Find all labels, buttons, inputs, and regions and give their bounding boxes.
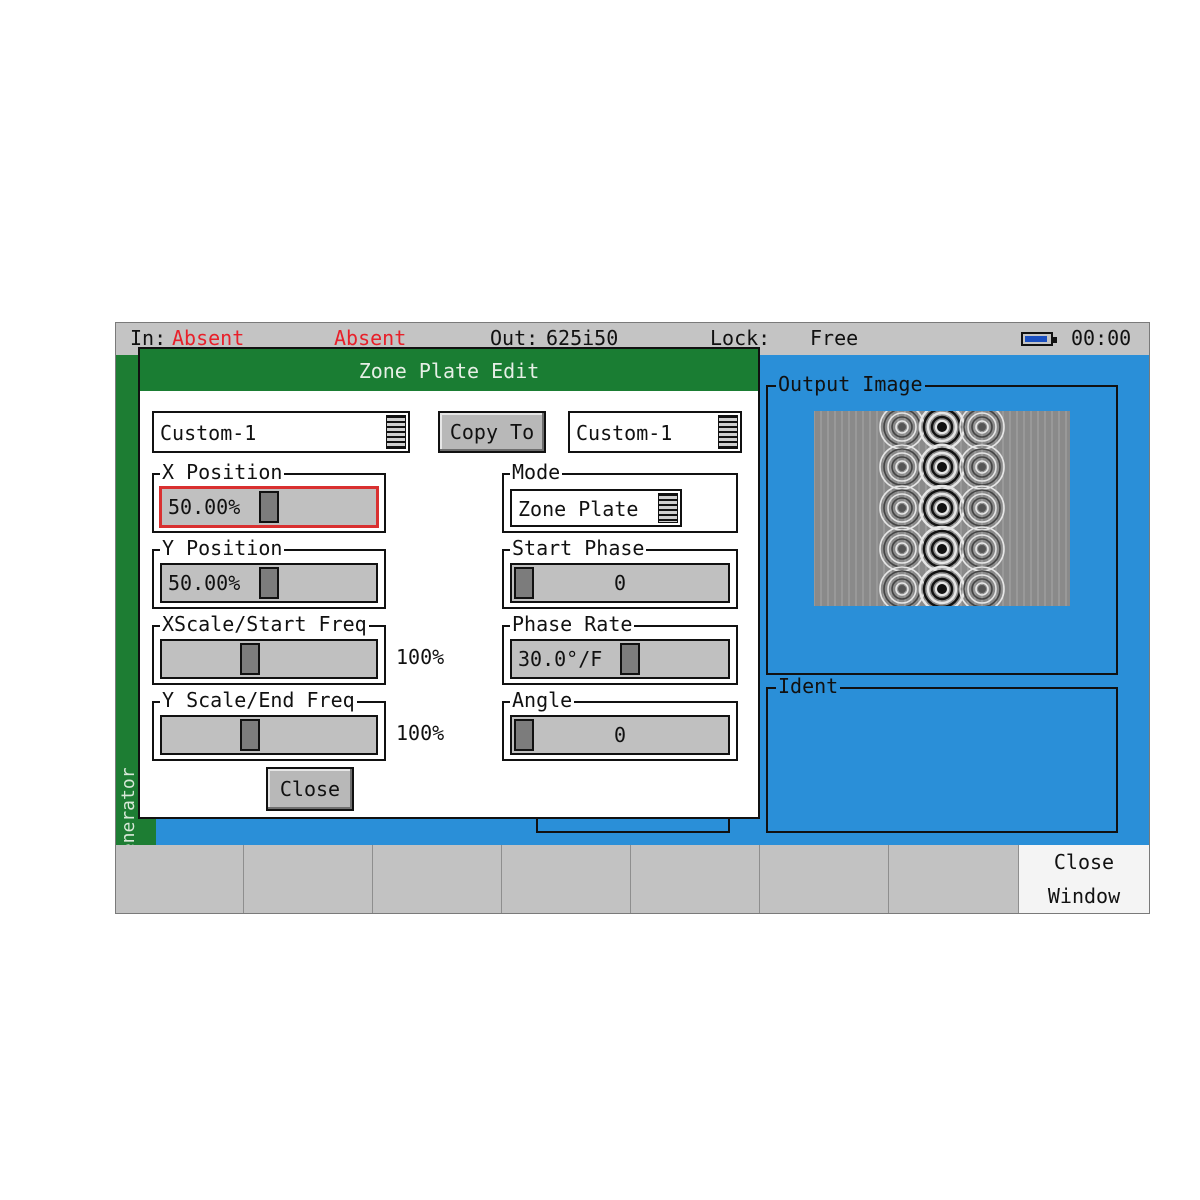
slider-thumb[interactable]	[619, 643, 640, 675]
slider-thumb[interactable]	[259, 567, 279, 599]
zone-plate-pattern	[814, 411, 1067, 606]
mode-label: Mode	[510, 460, 563, 484]
ident-title: Ident	[776, 674, 841, 698]
target-preset-value: Custom-1	[576, 421, 673, 445]
zone-ring-cluster	[879, 566, 925, 606]
x-position-label: X Position	[160, 460, 285, 484]
zone-plate-edit-dialog: Zone Plate Edit Custom-1 Copy To Custom-…	[138, 347, 760, 819]
y-position-label: Y Position	[160, 536, 285, 560]
slider-thumb[interactable]	[240, 719, 260, 751]
zone-ring-cluster	[918, 484, 966, 532]
start-phase-group: Start Phase 0	[502, 537, 738, 609]
slider-thumb[interactable]	[259, 491, 279, 523]
scroll-spinner-icon[interactable]	[718, 415, 738, 449]
phase-rate-group: Phase Rate 30.0°/F	[502, 613, 738, 685]
y-position-value: 50.00%	[168, 571, 241, 595]
target-preset-select[interactable]: Custom-1	[568, 411, 742, 453]
output-image-title: Output Image	[776, 372, 925, 396]
close-window-line2: Window	[1047, 884, 1121, 908]
y-scale-slider[interactable]	[160, 715, 378, 755]
x-position-value: 50.00%	[168, 495, 241, 519]
y-position-group: Y Position 50.00%	[152, 537, 386, 609]
angle-label: Angle	[510, 688, 575, 712]
mode-group: Mode Zone Plate	[502, 461, 738, 533]
mode-value: Zone Plate	[518, 497, 639, 521]
zone-ring-cluster	[879, 485, 925, 531]
zone-ring-cluster	[918, 443, 966, 491]
softkey-2[interactable]	[244, 845, 373, 913]
zone-ring-cluster	[879, 526, 925, 572]
close-button[interactable]: Close	[266, 767, 354, 811]
x-scale-slider[interactable]	[160, 639, 378, 679]
slider-thumb[interactable]	[514, 719, 534, 751]
scroll-spinner-icon[interactable]	[658, 493, 678, 523]
dialog-title: Zone Plate Edit	[140, 349, 758, 391]
source-preset-select[interactable]: Custom-1	[152, 411, 410, 453]
angle-group: Angle 0	[502, 689, 738, 761]
x-scale-group: XScale/Start Freq	[152, 613, 386, 685]
clock: 00:00	[1071, 326, 1132, 350]
x-scale-value: 100%	[396, 645, 445, 669]
phase-rate-value: 30.0°/F	[518, 647, 603, 671]
softkey-7[interactable]	[889, 845, 1019, 913]
y-scale-group: Y Scale/End Freq	[152, 689, 386, 761]
angle-value: 0	[613, 723, 627, 747]
zone-ring-cluster	[918, 411, 966, 451]
zone-ring-cluster	[879, 411, 925, 450]
start-phase-value: 0	[613, 571, 627, 595]
y-position-slider[interactable]: 50.00%	[160, 563, 378, 603]
angle-slider[interactable]: 0	[510, 715, 730, 755]
phase-rate-slider[interactable]: 30.0°/F	[510, 639, 730, 679]
slider-thumb[interactable]	[240, 643, 260, 675]
softkey-bar: Close Window	[116, 845, 1149, 913]
background-frame	[536, 819, 730, 833]
close-window-line1: Close	[1053, 850, 1115, 874]
zone-ring-cluster	[918, 565, 966, 606]
battery-icon	[1021, 332, 1057, 346]
x-position-group: X Position 50.00%	[152, 461, 386, 533]
scroll-spinner-icon[interactable]	[386, 415, 406, 449]
start-phase-slider[interactable]: 0	[510, 563, 730, 603]
softkey-6[interactable]	[760, 845, 889, 913]
x-scale-label: XScale/Start Freq	[160, 612, 369, 636]
start-phase-label: Start Phase	[510, 536, 647, 560]
source-preset-value: Custom-1	[160, 421, 257, 445]
y-scale-label: Y Scale/End Freq	[160, 688, 357, 712]
copy-to-button[interactable]: Copy To	[438, 411, 546, 453]
zone-ring-cluster	[879, 444, 925, 490]
zone-plate-preview	[814, 411, 1070, 606]
ident-panel: Ident	[766, 675, 1118, 833]
y-scale-value: 100%	[396, 721, 445, 745]
softkey-1[interactable]	[116, 845, 244, 913]
mode-select[interactable]: Zone Plate	[510, 489, 682, 527]
x-position-slider[interactable]: 50.00%	[160, 487, 378, 527]
close-window-softkey[interactable]: Close Window	[1019, 845, 1149, 913]
softkey-5[interactable]	[631, 845, 760, 913]
slider-thumb[interactable]	[514, 567, 534, 599]
softkey-4[interactable]	[502, 845, 631, 913]
phase-rate-label: Phase Rate	[510, 612, 635, 636]
lock-status: Free	[810, 326, 859, 350]
softkey-3[interactable]	[373, 845, 502, 913]
zone-ring-cluster	[918, 525, 966, 573]
